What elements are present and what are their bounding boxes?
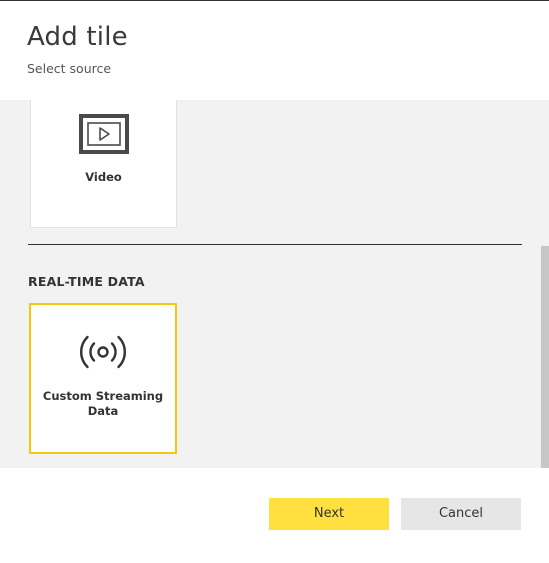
- next-button[interactable]: Next: [269, 498, 389, 530]
- video-play-icon: [78, 114, 129, 159]
- tile-custom-streaming-data-label: Custom Streaming Data: [42, 389, 164, 418]
- scrollbar-thumb[interactable]: [541, 246, 549, 468]
- section-divider: [28, 244, 522, 245]
- dialog-footer: Next Cancel: [0, 468, 549, 563]
- tile-video-label: Video: [85, 170, 122, 184]
- section-heading-realtime: REAL-TIME DATA: [28, 274, 145, 289]
- tile-video[interactable]: Video: [30, 100, 177, 228]
- dialog-subtitle: Select source: [27, 61, 112, 76]
- tile-custom-streaming-data[interactable]: Custom Streaming Data: [29, 303, 177, 454]
- dialog-header: Add tile Select source: [0, 1, 549, 100]
- tile-source-list[interactable]: Video REAL-TIME DATA Custom Streaming Da…: [0, 100, 549, 468]
- dialog-title: Add tile: [27, 22, 128, 52]
- cancel-button[interactable]: Cancel: [401, 498, 521, 530]
- streaming-broadcast-icon: [77, 333, 129, 376]
